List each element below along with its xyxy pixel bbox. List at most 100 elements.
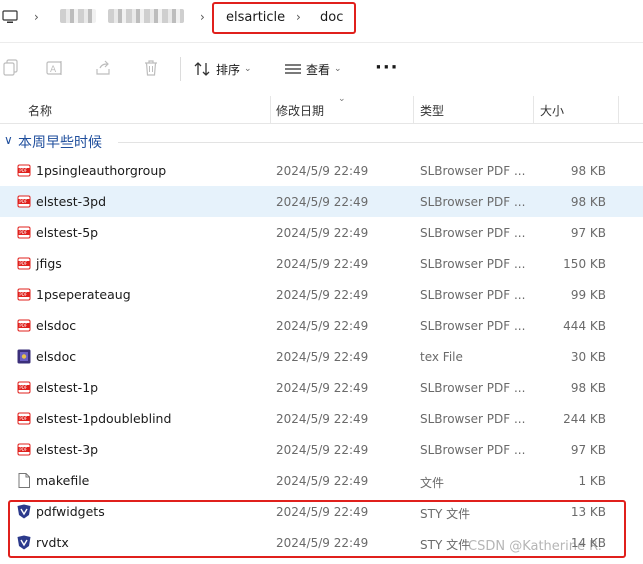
file-row[interactable]: PDF jfigs 2024/5/9 22:49 SLBrowser PDF ... 1… [0,248,643,279]
chevron-down-icon[interactable]: ∨ [4,133,13,147]
file-row[interactable]: PDF elstest-1p 2024/5/9 22:49 SLBrowser PDF… [0,372,643,403]
column-divider[interactable] [270,96,271,124]
file-row[interactable]: PDF elstest-1pdoubleblind 2024/5/9 22:49 SL… [0,403,643,434]
pdf-icon: PDF [17,256,31,271]
rename-button[interactable]: A [44,57,66,79]
svg-text:PDF: PDF [19,416,27,421]
file-name: 1psingleauthorgroup [36,163,167,178]
share-icon [96,60,110,75]
sort-button[interactable]: 排序 ⌄ [194,57,252,81]
pdf-icon: PDF [17,225,31,240]
file-date: 2024/5/9 22:49 [276,257,369,271]
file-name: rvdtx [36,535,69,550]
file-size: 98 KB [570,164,606,178]
svg-text:PDF: PDF [19,292,27,297]
file-size: 98 KB [570,381,606,395]
file-row[interactable]: PDF elstest-3p 2024/5/9 22:49 SLBrowser PDF… [0,434,643,465]
file-type: STY 文件 [420,507,471,521]
file-date: 2024/5/9 22:49 [276,505,369,519]
trash-icon [145,60,157,76]
column-header-type[interactable]: 类型 [420,102,444,119]
column-divider[interactable] [413,96,414,124]
watermark: CSDN @Katherine R. [468,539,602,554]
sty-icon [17,535,31,550]
file-type: SLBrowser PDF ... [420,443,526,457]
file-row[interactable]: PDF elstest-5p 2024/5/9 22:49 SLBrowser PDF… [0,217,643,248]
pdf-icon: PDF [17,380,31,395]
group-header[interactable]: ∨ 本周早些时候 [0,130,643,156]
file-size: 99 KB [570,288,606,302]
file-date: 2024/5/9 22:49 [276,474,369,488]
file-name: makefile [36,473,90,488]
file-name: elstest-1pdoubleblind [36,411,172,426]
chevron-right-icon[interactable]: › [200,10,205,24]
redacted-path-segment [108,9,184,23]
file-row[interactable]: pdfwidgets 2024/5/9 22:49 STY 文件 13 KB [0,496,643,527]
breadcrumb-item-doc[interactable]: doc [320,10,343,25]
sort-icon [194,62,210,76]
file-row[interactable]: PDF 1pseperateaug 2024/5/9 22:49 SLBrowser … [0,279,643,310]
file-size: 13 KB [570,505,606,519]
file-date: 2024/5/9 22:49 [276,164,369,178]
breadcrumb-item-elsarticle[interactable]: elsarticle [226,10,285,25]
view-label: 查看 [306,62,331,77]
pdf-icon: PDF [17,194,31,209]
view-icon [285,64,301,74]
file-type: SLBrowser PDF ... [420,381,526,395]
file-type: SLBrowser PDF ... [420,319,526,333]
column-header-date[interactable]: 修改日期 [276,102,324,119]
file-date: 2024/5/9 22:49 [276,350,369,364]
file-name: elsdoc [36,318,77,333]
svg-text:PDF: PDF [19,199,27,204]
view-button[interactable]: 查看 ⌄ [284,57,342,81]
file-name: elstest-5p [36,225,99,240]
column-header-name[interactable]: 名称 [28,102,52,119]
more-options-button[interactable]: ··· [375,57,399,78]
svg-text:PDF: PDF [19,385,27,390]
address-bar[interactable]: › › elsarticle › doc [0,0,643,36]
column-header-size[interactable]: 大小 [540,102,564,119]
chevron-right-icon[interactable]: › [34,10,39,24]
svg-text:PDF: PDF [19,230,27,235]
file-date: 2024/5/9 22:49 [276,195,369,209]
copy-button[interactable] [0,57,22,79]
pdf-icon: PDF [17,411,31,426]
pdf-icon: PDF [17,287,31,302]
file-type: 文件 [420,476,445,490]
column-divider[interactable] [618,96,619,124]
toolbar-divider [180,57,181,81]
share-button[interactable] [92,57,114,79]
this-pc-icon[interactable] [2,9,18,25]
file-date: 2024/5/9 22:49 [276,288,369,302]
file-row[interactable]: PDF 1psingleauthorgroup 2024/5/9 22:49 SLBr… [0,155,643,186]
file-type: SLBrowser PDF ... [420,164,526,178]
column-divider[interactable] [533,96,534,124]
file-size: 1 KB [578,474,606,488]
file-row[interactable]: elsdoc 2024/5/9 22:49 tex File 30 KB [0,341,643,372]
file-size: 244 KB [563,412,606,426]
group-title: 本周早些时候 [18,135,102,151]
delete-button[interactable] [140,57,162,79]
file-size: 97 KB [570,443,606,457]
chevron-right-icon[interactable]: › [296,10,301,24]
svg-text:PDF: PDF [19,447,27,452]
file-row[interactable]: makefile 2024/5/9 22:49 文件 1 KB [0,465,643,496]
file-type: SLBrowser PDF ... [420,288,526,302]
column-header-row: 名称 ⌄ 修改日期 类型 大小 [0,94,643,124]
file-row[interactable]: PDF elsdoc 2024/5/9 22:49 SLBrowser PDF ...… [0,310,643,341]
file-name: jfigs [36,256,62,271]
file-type: SLBrowser PDF ... [420,226,526,240]
pdf-icon: PDF [17,318,31,333]
file-row[interactable]: PDF elstest-3pd 2024/5/9 22:49 SLBrowser PD… [0,186,643,217]
file-type: SLBrowser PDF ... [420,195,526,209]
file-list: PDF 1psingleauthorgroup 2024/5/9 22:49 SLBr… [0,155,643,558]
file-name: elstest-3p [36,442,99,457]
svg-text:A: A [50,65,57,75]
file-name: elsdoc [36,349,77,364]
tex-icon [17,349,31,364]
file-date: 2024/5/9 22:49 [276,319,369,333]
group-divider [118,142,643,143]
file-name: pdfwidgets [36,504,105,519]
file-size: 150 KB [563,257,606,271]
chevron-down-icon: ⌄ [334,64,342,74]
